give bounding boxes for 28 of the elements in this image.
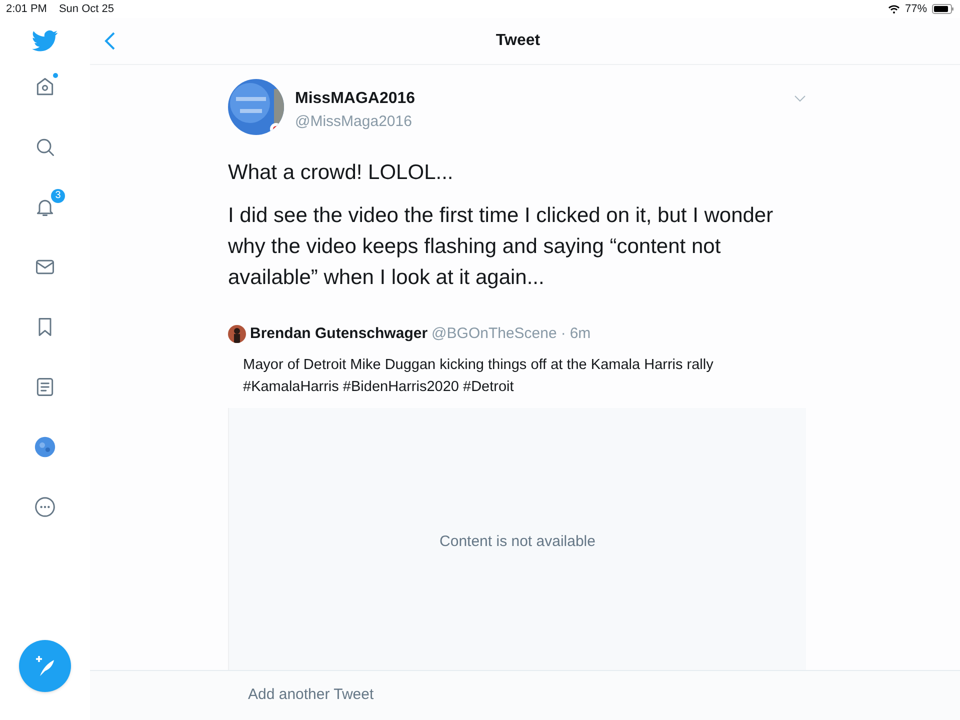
bird-logo-icon[interactable] (32, 30, 58, 52)
quote-handle: @BGOnTheScene (432, 324, 557, 344)
house-icon (34, 76, 56, 98)
notifications-nav-button[interactable]: 3 (23, 189, 67, 225)
back-chevron-icon (104, 32, 116, 50)
tweet-text: I did see the video the first time I clicked on it, but I wonder why the video keeps flashing and saying “content not available” when I look at it again... (228, 203, 774, 291)
header-title: Tweet (496, 31, 540, 51)
separator-dot: · (560, 324, 566, 344)
battery-percent: 77% (904, 2, 927, 17)
quote-text: Mayor of Detroit Mike Duggan kicking things off at the Kamala Harris rally #KamalaHarris #BidenHarris2020 #Detroit (242, 356, 714, 396)
feather-plus-icon (33, 654, 57, 678)
author-handle: @MissMaga2016 (295, 112, 413, 132)
media-unavailable-message: Content is not available (440, 532, 596, 552)
notification-count: 3 (51, 189, 65, 203)
avatar-icon (34, 436, 56, 458)
search-icon (34, 136, 56, 158)
quote-author: Brendan Gutenschwager (250, 324, 428, 344)
status-date: Sun Oct 25 (58, 2, 114, 17)
tweet-text: What a crowd! LOLOL... (228, 160, 454, 186)
battery-icon (932, 4, 954, 14)
reply-input-field[interactable]: Add another Tweet (248, 684, 748, 707)
more-icon (34, 496, 56, 518)
author-name: MissMAGA2016 (295, 89, 416, 109)
compose-button[interactable] (19, 640, 71, 692)
wifi-icon (888, 4, 900, 14)
quote-time: 6m (570, 324, 591, 344)
list-icon (34, 376, 56, 398)
status-time: 2:01 PM (6, 2, 47, 17)
